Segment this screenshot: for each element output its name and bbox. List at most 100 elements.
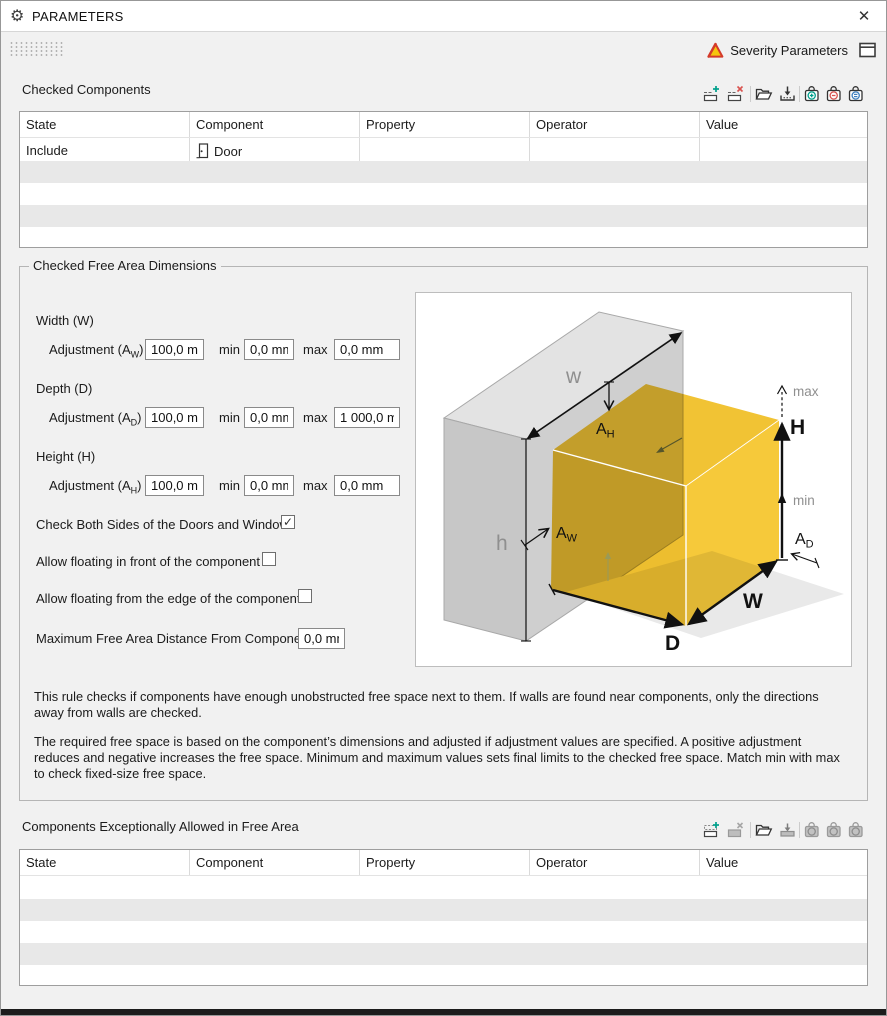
height-adjustment-label: Adjustment (AH): [49, 478, 142, 496]
exceptions-table: State Component Property Operator Value: [19, 849, 868, 986]
max-distance-input[interactable]: [298, 628, 345, 649]
column-header-operator[interactable]: Operator: [530, 112, 700, 137]
empty-row: [20, 965, 867, 987]
add-row-icon: [703, 821, 721, 839]
min-arrowhead: [778, 493, 786, 503]
paste-remove-icon-disabled: [825, 821, 843, 839]
severity-parameters-button[interactable]: Severity Parameters: [696, 42, 876, 60]
height-max-label: max: [303, 478, 328, 493]
width-min-input[interactable]: [244, 339, 294, 360]
height-group-label: Height (H): [36, 449, 95, 464]
parameters-dialog: ⚙ PARAMETERS ✕ Severity Parameters Check…: [0, 0, 887, 1016]
add-row-icon: [703, 85, 721, 103]
delete-row-icon-disabled: [727, 821, 745, 839]
toolbar-separator: [750, 822, 751, 838]
column-header-property[interactable]: Property: [360, 112, 530, 137]
depth-adjustment-label: Adjustment (AD): [49, 410, 142, 428]
description-paragraph-2: The required free space is based on the …: [34, 734, 848, 782]
allow-floating-front-checkbox[interactable]: [262, 552, 276, 566]
toolbar-separator: [750, 86, 751, 102]
width-max-input[interactable]: [334, 339, 400, 360]
close-icon: ✕: [858, 8, 871, 25]
column-header-state[interactable]: State: [20, 112, 190, 137]
depth-min-label: min: [219, 410, 240, 425]
drag-handle[interactable]: [9, 41, 64, 57]
adjustment-d-arrow: [792, 554, 817, 563]
wall-height-label: h: [496, 532, 508, 555]
column-header-value[interactable]: Value: [700, 850, 867, 875]
height-min-label: min: [219, 478, 240, 493]
paste-equal-button[interactable]: [847, 85, 865, 103]
severity-parameters-label: Severity Parameters: [730, 43, 848, 58]
width-group-label: Width (W): [36, 313, 94, 328]
allow-floating-front-label: Allow floating in front of the component: [36, 554, 260, 569]
cell-value[interactable]: [700, 138, 867, 161]
empty-row: [20, 943, 867, 965]
cell-component-label: Door: [214, 144, 242, 159]
table-row[interactable]: Include Door: [20, 138, 867, 161]
empty-row: [20, 183, 867, 205]
paste-add-icon: [803, 85, 821, 103]
close-button[interactable]: ✕: [854, 7, 874, 27]
empty-row: [20, 876, 867, 899]
import-icon-disabled: [779, 821, 797, 839]
paste-equal-icon-disabled: [847, 821, 865, 839]
allow-floating-edge-label: Allow floating from the edge of the comp…: [36, 591, 301, 606]
height-label: H: [790, 416, 805, 439]
adjustment-d-label: AD: [795, 531, 814, 551]
import-button[interactable]: [779, 85, 797, 103]
panel-layout-icon[interactable]: [859, 42, 876, 61]
width-adjustment-input[interactable]: [145, 339, 204, 360]
window-bottom-edge: [1, 1009, 886, 1015]
allow-floating-edge-checkbox[interactable]: [298, 589, 312, 603]
table-header: State Component Property Operator Value: [20, 112, 867, 138]
delete-row-button[interactable]: [727, 85, 745, 103]
wall-width-label: w: [565, 365, 582, 388]
open-folder-icon: [755, 821, 773, 839]
door-icon: [196, 143, 209, 161]
max-distance-label: Maximum Free Area Distance From Componen…: [36, 631, 312, 646]
column-header-property[interactable]: Property: [360, 850, 530, 875]
paste-add-button[interactable]: [803, 85, 821, 103]
depth-max-input[interactable]: [334, 407, 400, 428]
cell-component[interactable]: Door: [190, 138, 360, 161]
height-min-input[interactable]: [244, 475, 294, 496]
exceptions-paste-add-button[interactable]: [803, 821, 821, 839]
exceptions-paste-equal-button[interactable]: [847, 821, 865, 839]
column-header-value[interactable]: Value: [700, 112, 867, 137]
empty-row: [20, 205, 867, 227]
rule-description: This rule checks if components have enou…: [34, 689, 848, 795]
paste-remove-icon: [825, 85, 843, 103]
depth-adjustment-input[interactable]: [145, 407, 204, 428]
exceptions-delete-row-button[interactable]: [727, 821, 745, 839]
paste-equal-icon: [847, 85, 865, 103]
width-min-label: min: [219, 342, 240, 357]
open-button[interactable]: [755, 85, 773, 103]
column-header-component[interactable]: Component: [190, 112, 360, 137]
empty-row: [20, 921, 867, 943]
column-header-operator[interactable]: Operator: [530, 850, 700, 875]
titlebar: ⚙ PARAMETERS: [1, 1, 886, 32]
checked-components-table: State Component Property Operator Value …: [19, 111, 868, 248]
height-max-input[interactable]: [334, 475, 400, 496]
wall-end-face: [444, 418, 526, 641]
cell-operator[interactable]: [530, 138, 700, 161]
depth-min-input[interactable]: [244, 407, 294, 428]
height-adjustment-input[interactable]: [145, 475, 204, 496]
depth-label: D: [665, 632, 680, 655]
exceptions-import-button[interactable]: [779, 821, 797, 839]
cell-state[interactable]: Include: [20, 138, 190, 161]
column-header-component[interactable]: Component: [190, 850, 360, 875]
exceptions-add-row-button[interactable]: [703, 821, 721, 839]
column-header-state[interactable]: State: [20, 850, 190, 875]
min-label: min: [793, 493, 815, 508]
exceptions-paste-remove-button[interactable]: [825, 821, 843, 839]
empty-row: [20, 227, 867, 249]
add-row-button[interactable]: [703, 85, 721, 103]
cell-property[interactable]: [360, 138, 530, 161]
check-both-sides-label: Check Both Sides of the Doors and Window…: [36, 517, 295, 532]
depth-group-label: Depth (D): [36, 381, 92, 396]
check-both-sides-checkbox[interactable]: ✓: [281, 515, 295, 529]
exceptions-open-button[interactable]: [755, 821, 773, 839]
paste-remove-button[interactable]: [825, 85, 843, 103]
